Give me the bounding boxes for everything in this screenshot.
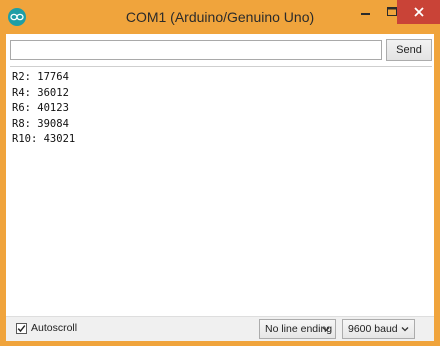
baud-rate-value: 9600 baud [348, 323, 398, 335]
baud-rate-select[interactable]: 9600 baud [342, 319, 415, 339]
title-bar[interactable]: COM1 (Arduino/Genuino Uno) [0, 0, 440, 34]
output-line: R8: 39084 [12, 117, 69, 130]
autoscroll-checkbox[interactable] [16, 322, 27, 334]
close-icon [413, 7, 424, 17]
output-line: R6: 40123 [12, 102, 69, 114]
minimize-button[interactable] [353, 0, 379, 24]
minimize-icon [361, 13, 370, 15]
serial-input-field[interactable] [10, 40, 382, 60]
output-line: R4: 36012 [12, 86, 69, 99]
chevron-down-icon [322, 327, 330, 332]
serial-output[interactable]: R2: 17764 R4: 36012 R6: 40123 R8: 39084 … [10, 66, 432, 313]
checkmark-icon [17, 324, 26, 332]
chevron-down-icon [401, 327, 409, 332]
send-button[interactable]: Send [386, 39, 432, 61]
output-line: R2: 17764 [12, 71, 69, 83]
autoscroll-label: Autoscroll [31, 322, 78, 334]
serial-monitor-window: COM1 (Arduino/Genuino Uno) Send R2: 1776… [0, 0, 440, 346]
close-button[interactable] [397, 0, 440, 24]
line-ending-select[interactable]: No line ending [259, 319, 336, 339]
status-bar: Autoscroll No line ending 9600 baud [6, 316, 434, 341]
autoscroll-toggle[interactable]: Autoscroll [16, 322, 77, 334]
output-line: R10: 43021 [12, 133, 76, 145]
monitor-body: Send R2: 17764 R4: 36012 R6: 40123 R8: 3… [6, 34, 434, 341]
maximize-icon [386, 7, 397, 16]
